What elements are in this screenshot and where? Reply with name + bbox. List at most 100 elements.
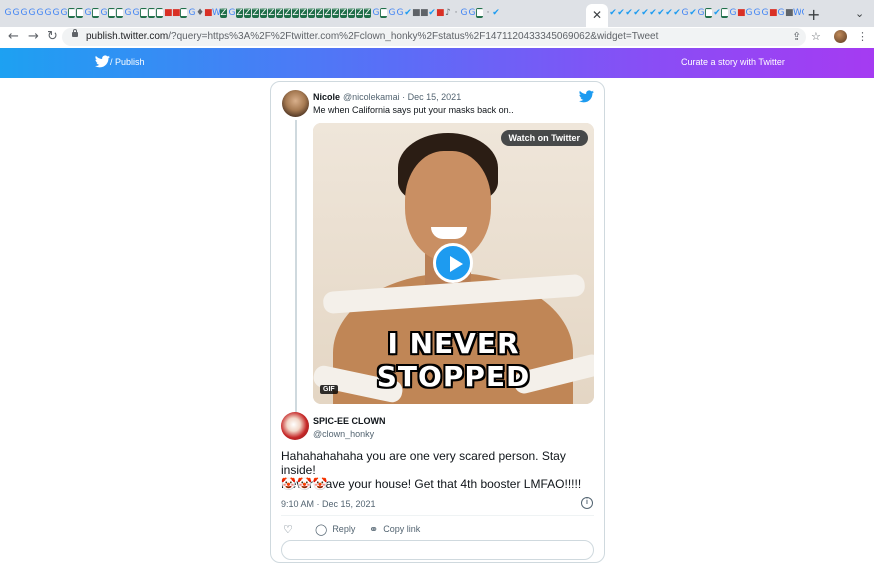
google-favicon-icon[interactable]: G [84, 8, 92, 18]
google-favicon-icon[interactable]: G [132, 8, 140, 18]
twitter-favicon-icon[interactable]: ✔ [713, 8, 721, 18]
site-favicon-icon[interactable]: ■ [380, 8, 387, 18]
quoted-author-name[interactable]: Nicole [313, 92, 340, 102]
site-favicon-icon[interactable]: Z [220, 8, 227, 18]
site-favicon-icon[interactable]: ■ [180, 8, 187, 18]
google-favicon-icon[interactable]: G [753, 8, 761, 18]
gif-media[interactable]: Watch on Twitter I NEVER STOPPED GIF [313, 123, 594, 404]
twitter-favicon-icon[interactable]: ✔ [641, 8, 649, 18]
google-favicon-icon[interactable]: G [188, 8, 196, 18]
lock-icon[interactable] [72, 29, 78, 37]
site-favicon-icon[interactable]: Z [284, 8, 291, 18]
author-avatar[interactable] [281, 412, 309, 440]
share-icon[interactable]: ⇪ [792, 30, 801, 43]
author-handle[interactable]: @clown_honky [313, 429, 374, 439]
site-favicon-icon[interactable]: Z [300, 8, 307, 18]
site-favicon-icon[interactable]: ■ [92, 8, 99, 18]
twitter-favicon-icon[interactable]: ✔ [665, 8, 673, 18]
google-favicon-icon[interactable]: G [44, 8, 52, 18]
google-favicon-icon[interactable]: G [460, 8, 468, 18]
url-text[interactable]: publish.twitter.com/?query=https%3A%2F%2… [86, 31, 658, 42]
twitter-favicon-icon[interactable]: ✔ [492, 8, 500, 18]
publish-brand-label[interactable]: / Publish [110, 57, 145, 67]
read-more-button[interactable] [281, 540, 594, 560]
site-favicon-icon[interactable]: ■ [785, 8, 793, 18]
site-favicon-icon[interactable]: Z [252, 8, 259, 18]
site-favicon-icon[interactable]: ■ [204, 8, 212, 18]
twitter-favicon-icon[interactable]: ✔ [404, 8, 412, 18]
watch-on-twitter-button[interactable]: Watch on Twitter [500, 130, 588, 146]
site-favicon-icon[interactable]: ■ [156, 8, 163, 18]
site-favicon-icon[interactable]: ■ [68, 8, 75, 18]
site-favicon-icon[interactable]: Z [292, 8, 299, 18]
site-favicon-icon[interactable]: Z [244, 8, 251, 18]
info-icon[interactable]: i [581, 497, 593, 509]
twitter-favicon-icon[interactable]: ✔ [633, 8, 641, 18]
curate-story-link[interactable]: Curate a story with Twitter [681, 57, 785, 67]
twitter-favicon-icon[interactable]: ✔ [649, 8, 657, 18]
author-name[interactable]: SPIC-EE CLOWN [313, 416, 386, 426]
google-favicon-icon[interactable]: G [52, 8, 60, 18]
bookmark-star-icon[interactable]: ☆ [811, 30, 821, 43]
tab-search-chevron-icon[interactable]: ⌄ [855, 7, 864, 20]
google-favicon-icon[interactable]: G [388, 8, 396, 18]
google-favicon-icon[interactable]: G [396, 8, 404, 18]
twitter-favicon-icon[interactable]: ✔ [609, 8, 617, 18]
twitter-logo-icon[interactable] [579, 90, 594, 103]
google-favicon-icon[interactable]: G [681, 8, 689, 18]
site-favicon-icon[interactable]: Z [260, 8, 267, 18]
google-favicon-icon[interactable]: G [124, 8, 132, 18]
google-favicon-icon[interactable]: G [4, 8, 12, 18]
tab-favicons-right[interactable]: ✔✔✔✔✔✔✔✔✔G✔G■✔■G■GGG■G■WG [609, 8, 804, 22]
site-favicon-icon[interactable]: ♦ [196, 8, 204, 18]
quoted-author-avatar[interactable] [282, 90, 309, 117]
google-favicon-icon[interactable]: G [729, 8, 737, 18]
site-favicon-icon[interactable]: ■ [140, 8, 147, 18]
google-favicon-icon[interactable]: G [468, 8, 476, 18]
site-favicon-icon[interactable]: Z [268, 8, 275, 18]
tab-close-icon[interactable]: ✕ [592, 8, 602, 22]
google-favicon-icon[interactable]: G [60, 8, 68, 18]
site-favicon-icon[interactable]: Z [324, 8, 331, 18]
like-button[interactable]: ♡ [283, 523, 298, 536]
play-button-icon[interactable] [433, 243, 473, 283]
site-favicon-icon[interactable]: W [793, 8, 801, 18]
site-favicon-icon[interactable]: · [452, 8, 460, 18]
site-favicon-icon[interactable]: ■ [116, 8, 123, 18]
site-favicon-icon[interactable]: Z [348, 8, 355, 18]
site-favicon-icon[interactable]: Z [308, 8, 315, 18]
reload-icon[interactable]: ↻ [47, 29, 58, 44]
site-favicon-icon[interactable]: ♪ [444, 8, 452, 18]
profile-avatar[interactable] [834, 30, 847, 43]
site-favicon-icon[interactable]: ■ [148, 8, 155, 18]
back-arrow-icon[interactable]: ← [8, 29, 19, 44]
site-favicon-icon[interactable]: ■ [705, 8, 712, 18]
site-favicon-icon[interactable]: Z [316, 8, 323, 18]
google-favicon-icon[interactable]: G [228, 8, 236, 18]
address-bar[interactable]: publish.twitter.com/?query=https%3A%2F%2… [62, 28, 806, 46]
twitter-favicon-icon[interactable]: ✔ [689, 8, 697, 18]
site-favicon-icon[interactable]: · [484, 8, 492, 18]
twitter-favicon-icon[interactable]: ✔ [625, 8, 633, 18]
tweet-timestamp[interactable]: 9:10 AM · Dec 15, 2021 [281, 499, 376, 509]
google-favicon-icon[interactable]: G [100, 8, 108, 18]
google-favicon-icon[interactable]: G [20, 8, 28, 18]
twitter-favicon-icon[interactable]: ✔ [657, 8, 665, 18]
site-favicon-icon[interactable]: Z [236, 8, 243, 18]
site-favicon-icon[interactable]: ■ [721, 8, 728, 18]
site-favicon-icon[interactable]: Z [276, 8, 283, 18]
google-favicon-icon[interactable]: G [372, 8, 380, 18]
browser-menu-icon[interactable]: ⋮ [857, 30, 868, 43]
site-favicon-icon[interactable]: ■ [412, 8, 420, 18]
site-favicon-icon[interactable]: W [212, 8, 220, 18]
new-tab-button[interactable]: + [807, 5, 820, 24]
google-favicon-icon[interactable]: G [12, 8, 20, 18]
site-favicon-icon[interactable]: ■ [420, 8, 428, 18]
copy-link-button[interactable]: ⚭ Copy link [369, 523, 420, 536]
site-favicon-icon[interactable]: ■ [769, 8, 777, 18]
site-favicon-icon[interactable]: ■ [76, 8, 83, 18]
quoted-author-handle-date[interactable]: @nicolekamai · Dec 15, 2021 [343, 92, 461, 102]
reply-button[interactable]: ◯ Reply [315, 523, 355, 536]
twitter-favicon-icon[interactable]: ✔ [673, 8, 681, 18]
twitter-favicon-icon[interactable]: ✔ [617, 8, 625, 18]
